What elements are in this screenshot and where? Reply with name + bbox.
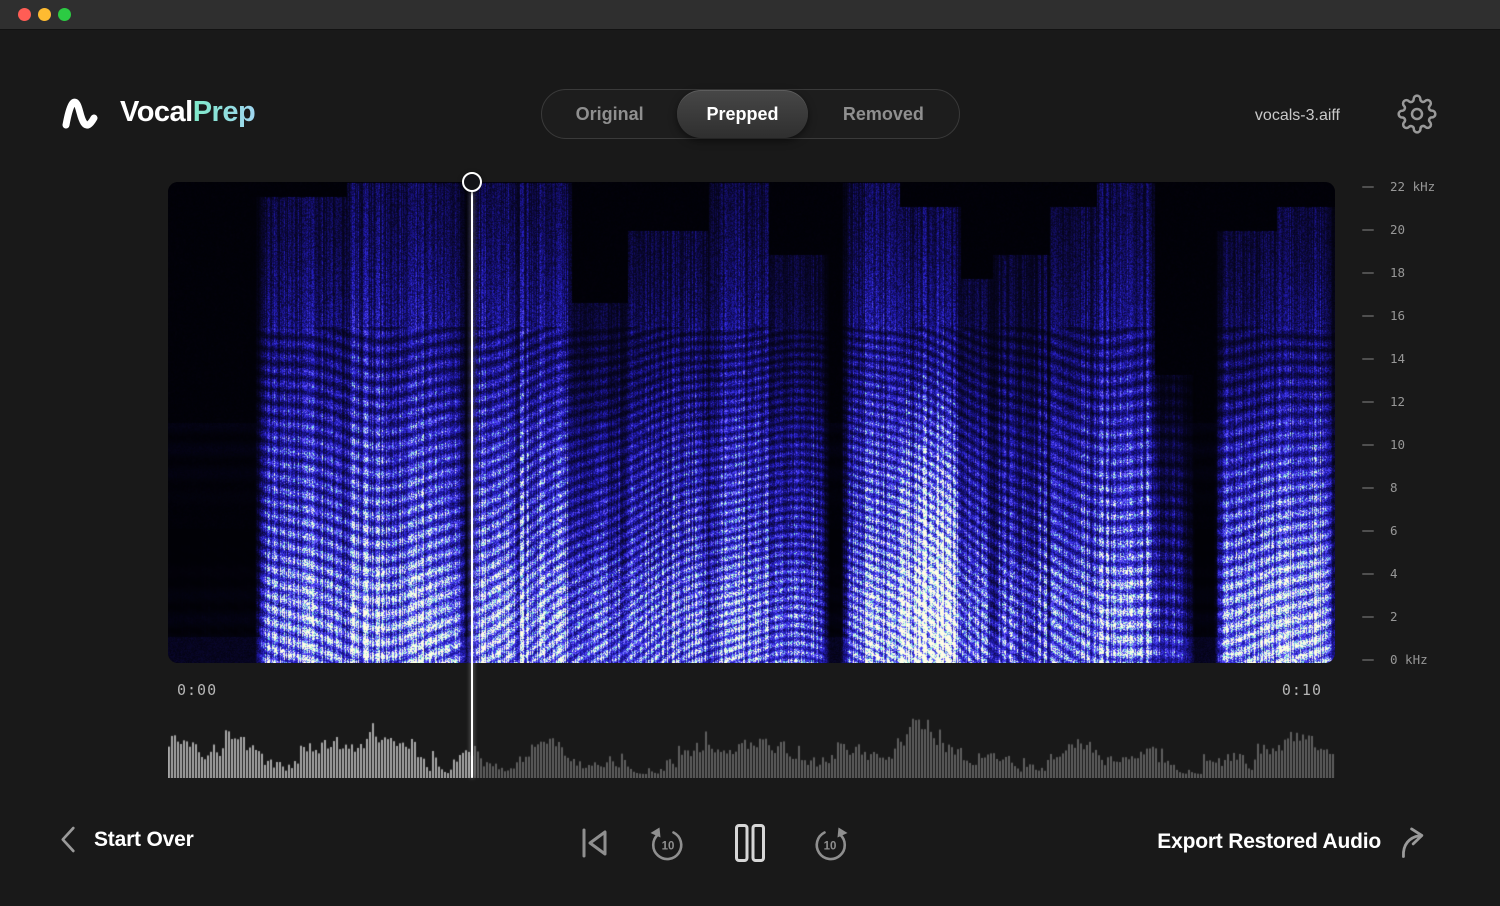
start-over-label: Start Over xyxy=(94,828,194,852)
freq-tick-mark xyxy=(1362,186,1374,188)
freq-tick: 20 xyxy=(1362,222,1405,237)
freq-tick-label: 14 xyxy=(1390,351,1405,366)
spectrogram-canvas[interactable] xyxy=(168,182,1335,663)
minimize-window-button[interactable] xyxy=(38,8,51,21)
freq-tick-mark xyxy=(1362,530,1374,532)
freq-tick: 14 xyxy=(1362,351,1405,366)
zoom-window-button[interactable] xyxy=(58,8,71,21)
freq-tick-label: 22 kHz xyxy=(1390,179,1435,194)
freq-tick-label: 2 xyxy=(1390,609,1398,624)
freq-tick-label: 0 kHz xyxy=(1390,652,1428,667)
time-end-label: 0:10 xyxy=(1282,681,1322,699)
skip-to-start-button[interactable] xyxy=(579,825,611,861)
export-button[interactable]: Export Restored Audio xyxy=(1157,824,1437,860)
freq-tick-label: 12 xyxy=(1390,394,1405,409)
spectrogram-panel xyxy=(168,182,1335,663)
freq-tick-label: 10 xyxy=(1390,437,1405,452)
freq-tick-label: 18 xyxy=(1390,265,1405,280)
freq-tick-mark xyxy=(1362,272,1374,274)
forward-10-icon: 10 xyxy=(807,821,853,865)
app-window: VocalPrep OriginalPreppedRemoved vocals-… xyxy=(0,0,1500,906)
freq-tick: 16 xyxy=(1362,308,1405,323)
freq-tick: 6 xyxy=(1362,523,1398,538)
view-segmented-control: OriginalPreppedRemoved xyxy=(541,89,960,139)
rewind-10-button[interactable]: 10 xyxy=(645,821,691,865)
playhead-line[interactable] xyxy=(471,182,474,778)
wave-logo-icon xyxy=(62,97,108,129)
tab-removed[interactable]: Removed xyxy=(808,90,959,138)
freq-tick: 22 kHz xyxy=(1362,179,1435,194)
settings-button[interactable] xyxy=(1397,94,1437,134)
time-start-label: 0:00 xyxy=(177,681,217,699)
freq-tick-label: 20 xyxy=(1390,222,1405,237)
rewind-10-icon: 10 xyxy=(645,821,691,865)
freq-tick-label: 16 xyxy=(1390,308,1405,323)
freq-tick-mark xyxy=(1362,659,1374,661)
app-title: VocalPrep xyxy=(120,96,255,129)
gear-icon xyxy=(1397,94,1437,134)
freq-tick: 18 xyxy=(1362,265,1405,280)
app-logo: VocalPrep xyxy=(62,96,255,129)
waveform-canvas[interactable] xyxy=(168,710,1335,778)
freq-tick-mark xyxy=(1362,487,1374,489)
close-window-button[interactable] xyxy=(18,8,31,21)
skip-to-start-icon xyxy=(579,825,611,861)
forward-10-button[interactable]: 10 xyxy=(807,821,853,865)
app-title-accent: Prep xyxy=(193,96,255,128)
freq-tick-mark xyxy=(1362,315,1374,317)
pause-icon xyxy=(733,822,767,864)
tab-original[interactable]: Original xyxy=(542,90,677,138)
freq-tick-mark xyxy=(1362,358,1374,360)
pause-button[interactable] xyxy=(733,822,767,864)
chevron-left-icon xyxy=(58,824,79,855)
freq-tick-label: 4 xyxy=(1390,566,1398,581)
playhead-handle[interactable] xyxy=(462,172,482,192)
freq-tick: 8 xyxy=(1362,480,1398,495)
freq-tick: 12 xyxy=(1362,394,1405,409)
export-label: Export Restored Audio xyxy=(1157,830,1381,854)
start-over-button[interactable]: Start Over xyxy=(58,824,194,855)
freq-tick-mark xyxy=(1362,401,1374,403)
share-arrow-icon xyxy=(1395,822,1439,862)
freq-tick-mark xyxy=(1362,229,1374,231)
freq-tick-label: 6 xyxy=(1390,523,1398,538)
freq-tick: 2 xyxy=(1362,609,1398,624)
app-title-primary: Vocal xyxy=(120,96,193,128)
freq-tick: 0 kHz xyxy=(1362,652,1428,667)
filename-label: vocals-3.aiff xyxy=(1255,107,1340,125)
rewind-10-label: 10 xyxy=(662,841,675,853)
forward-10-label: 10 xyxy=(824,841,837,853)
freq-tick: 4 xyxy=(1362,566,1398,581)
freq-tick-mark xyxy=(1362,616,1374,618)
tab-prepped[interactable]: Prepped xyxy=(677,90,807,138)
freq-tick: 10 xyxy=(1362,437,1405,452)
freq-tick-label: 8 xyxy=(1390,480,1398,495)
freq-tick-mark xyxy=(1362,444,1374,446)
titlebar[interactable] xyxy=(0,0,1500,30)
freq-tick-mark xyxy=(1362,573,1374,575)
